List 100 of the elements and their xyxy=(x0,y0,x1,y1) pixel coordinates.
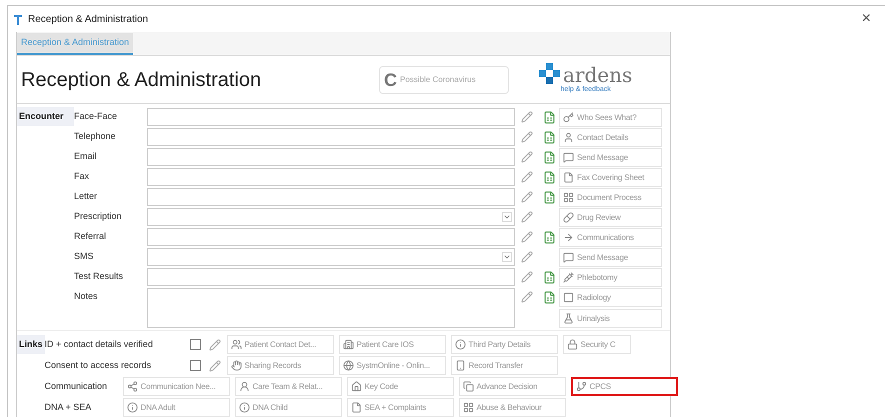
pencil-icon[interactable] xyxy=(521,271,533,283)
building-icon xyxy=(342,339,354,350)
globe-icon xyxy=(342,360,354,371)
row-label: Notes xyxy=(74,290,99,303)
cross-logo-icon xyxy=(539,63,561,86)
text-field[interactable] xyxy=(147,228,515,246)
speech-bubble-icon xyxy=(563,252,574,263)
action-button[interactable]: Drug Review xyxy=(559,208,662,227)
dropdown-field[interactable] xyxy=(147,248,515,266)
share-icon xyxy=(126,381,138,392)
row-label: Communication xyxy=(44,380,108,393)
template-icon[interactable] xyxy=(542,170,556,184)
notes-field[interactable] xyxy=(147,288,515,328)
template-icon[interactable] xyxy=(542,290,556,304)
action-button[interactable]: Patient Contact Det... xyxy=(226,335,334,354)
pencil-icon[interactable] xyxy=(521,171,533,183)
flask-icon xyxy=(563,313,574,324)
action-button[interactable]: Send Message xyxy=(559,248,662,267)
pencil-icon[interactable] xyxy=(521,251,533,263)
section-label: Encounter xyxy=(17,107,74,126)
house-icon xyxy=(350,381,362,392)
template-icon[interactable] xyxy=(542,190,556,204)
pencil-icon[interactable] xyxy=(521,231,533,243)
action-button[interactable]: Care Team & Relat... xyxy=(234,377,342,396)
key-icon xyxy=(563,112,574,123)
pencil-icon[interactable] xyxy=(521,211,533,223)
action-button[interactable]: Phlebotomy xyxy=(559,268,662,287)
template-icon[interactable] xyxy=(542,130,556,144)
row-label: Prescription xyxy=(74,210,123,223)
template-icon[interactable] xyxy=(542,230,556,244)
pill-icon xyxy=(563,212,574,223)
action-button[interactable]: DNA Child xyxy=(234,398,342,417)
pencil-icon[interactable] xyxy=(521,151,533,163)
info-icon xyxy=(454,339,466,350)
action-button[interactable]: DNA Adult xyxy=(122,398,230,417)
action-button[interactable]: SEA + Complaints xyxy=(346,398,454,417)
copy-icon xyxy=(462,381,474,392)
action-button[interactable]: CPCS xyxy=(570,377,678,396)
info-icon xyxy=(238,402,250,413)
document-icon xyxy=(563,172,574,183)
action-button[interactable]: Contact Details xyxy=(559,128,662,147)
row-label: Fax xyxy=(74,170,90,183)
hand-icon xyxy=(230,360,242,371)
action-button[interactable]: Communications xyxy=(559,228,662,247)
pencil-icon[interactable] xyxy=(208,338,221,350)
section-label: Links xyxy=(17,335,45,354)
template-icon[interactable] xyxy=(542,110,556,124)
pencil-icon[interactable] xyxy=(521,111,533,123)
row-label: Letter xyxy=(74,190,98,203)
lock-icon xyxy=(566,339,578,350)
app-logo-icon xyxy=(14,14,22,24)
template-icon[interactable] xyxy=(542,150,556,164)
action-button[interactable]: Fax Covering Sheet xyxy=(559,168,662,187)
info-icon xyxy=(126,402,138,413)
grid-icon xyxy=(563,192,574,203)
arrow-right-icon xyxy=(563,232,574,243)
text-field[interactable] xyxy=(147,188,515,206)
row-label: Email xyxy=(74,150,98,163)
text-field[interactable] xyxy=(147,128,515,146)
action-button[interactable]: Document Process xyxy=(559,188,662,207)
action-button[interactable]: Security C xyxy=(562,335,631,354)
people-icon xyxy=(230,339,242,350)
action-button[interactable]: Send Message xyxy=(559,148,662,167)
action-button[interactable]: Sharing Records xyxy=(226,356,334,375)
pencil-icon[interactable] xyxy=(521,191,533,203)
text-field[interactable] xyxy=(147,168,515,186)
action-button[interactable]: Record Transfer xyxy=(450,356,558,375)
branch-icon xyxy=(576,381,587,392)
phone-icon xyxy=(454,360,466,371)
checkbox[interactable] xyxy=(190,360,201,371)
action-button[interactable]: Patient Care IOS xyxy=(338,335,446,354)
person-icon xyxy=(238,381,250,392)
document-icon xyxy=(350,402,362,413)
close-button[interactable]: × xyxy=(862,11,871,27)
text-field[interactable] xyxy=(147,148,515,166)
row-label: Consent to access records xyxy=(44,358,152,372)
grid-icon xyxy=(462,402,474,413)
action-button[interactable]: Key Code xyxy=(346,377,454,396)
pencil-icon[interactable] xyxy=(521,131,533,143)
action-button[interactable]: Abuse & Behaviour xyxy=(458,398,566,417)
text-field[interactable] xyxy=(147,268,515,286)
action-button[interactable]: Third Party Details xyxy=(450,335,558,354)
action-button[interactable]: Communication Nee... xyxy=(122,377,230,396)
tab[interactable]: Reception & Administration xyxy=(17,33,134,55)
logo-name: ardens xyxy=(563,65,632,86)
row-label: SMS xyxy=(74,250,95,263)
row-label: Telephone xyxy=(74,130,117,143)
page-heading: Reception & Administration xyxy=(21,68,262,92)
pencil-icon[interactable] xyxy=(208,360,221,372)
checkbox[interactable] xyxy=(190,339,201,350)
template-icon[interactable] xyxy=(542,270,556,284)
dropdown-field[interactable] xyxy=(147,208,515,226)
action-button[interactable]: Radiology xyxy=(559,288,662,307)
text-field[interactable] xyxy=(147,108,515,126)
pencil-icon[interactable] xyxy=(521,291,533,303)
speech-bubble-icon xyxy=(563,152,574,163)
action-button[interactable]: Who Sees What? xyxy=(559,108,662,127)
action-button[interactable]: SystmOnline - Onlin... xyxy=(338,356,446,375)
action-button[interactable]: Advance Decision xyxy=(458,377,566,396)
action-button[interactable]: Urinalysis xyxy=(559,309,662,328)
